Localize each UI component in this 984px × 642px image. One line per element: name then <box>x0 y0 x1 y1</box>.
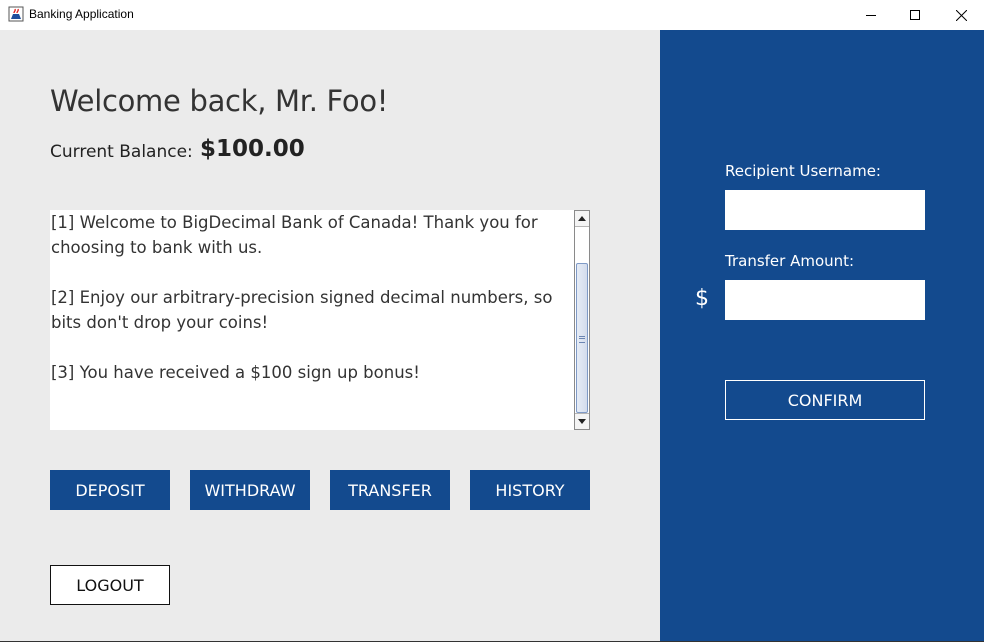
messages-area[interactable]: [1] Welcome to BigDecimal Bank of Canada… <box>50 210 590 430</box>
deposit-button[interactable]: DEPOSIT <box>50 470 170 510</box>
messages-text[interactable]: [1] Welcome to BigDecimal Bank of Canada… <box>50 210 572 430</box>
currency-symbol: $ <box>695 286 709 311</box>
welcome-heading: Welcome back, Mr. Foo! <box>50 84 389 118</box>
java-cup-icon <box>8 6 24 22</box>
history-button[interactable]: HISTORY <box>470 470 590 510</box>
messages-scrollbar[interactable] <box>574 210 590 430</box>
grip-icon <box>579 336 585 343</box>
transfer-panel: Recipient Username: Transfer Amount: $ C… <box>660 30 984 641</box>
scroll-down-button[interactable] <box>575 413 589 429</box>
confirm-button[interactable]: CONFIRM <box>725 380 925 420</box>
maximize-button[interactable] <box>892 0 938 30</box>
withdraw-button[interactable]: WITHDRAW <box>190 470 310 510</box>
minimize-icon <box>866 15 876 16</box>
arrow-up-icon <box>578 216 586 221</box>
balance-value: $100.00 <box>200 136 305 162</box>
minimize-button[interactable] <box>848 0 894 30</box>
window-title: Banking Application <box>29 7 134 21</box>
account-panel: Welcome back, Mr. Foo! Current Balance: … <box>0 30 660 641</box>
transfer-button[interactable]: TRANSFER <box>330 470 450 510</box>
banking-window: Banking Application Welcome back, Mr. Fo… <box>0 0 984 642</box>
balance-label: Current Balance: <box>50 142 193 162</box>
title-bar[interactable]: Banking Application <box>0 0 984 30</box>
scroll-thumb[interactable] <box>576 263 588 413</box>
close-icon <box>955 9 967 21</box>
logout-button[interactable]: LOGOUT <box>50 565 170 605</box>
close-button[interactable] <box>938 0 984 30</box>
recipient-username-field[interactable] <box>725 190 925 230</box>
transfer-amount-field[interactable] <box>725 280 925 320</box>
arrow-down-icon <box>578 419 586 424</box>
maximize-icon <box>910 10 920 20</box>
scroll-up-button[interactable] <box>575 211 589 227</box>
transfer-amount-label: Transfer Amount: <box>725 252 855 270</box>
recipient-username-label: Recipient Username: <box>725 162 881 180</box>
